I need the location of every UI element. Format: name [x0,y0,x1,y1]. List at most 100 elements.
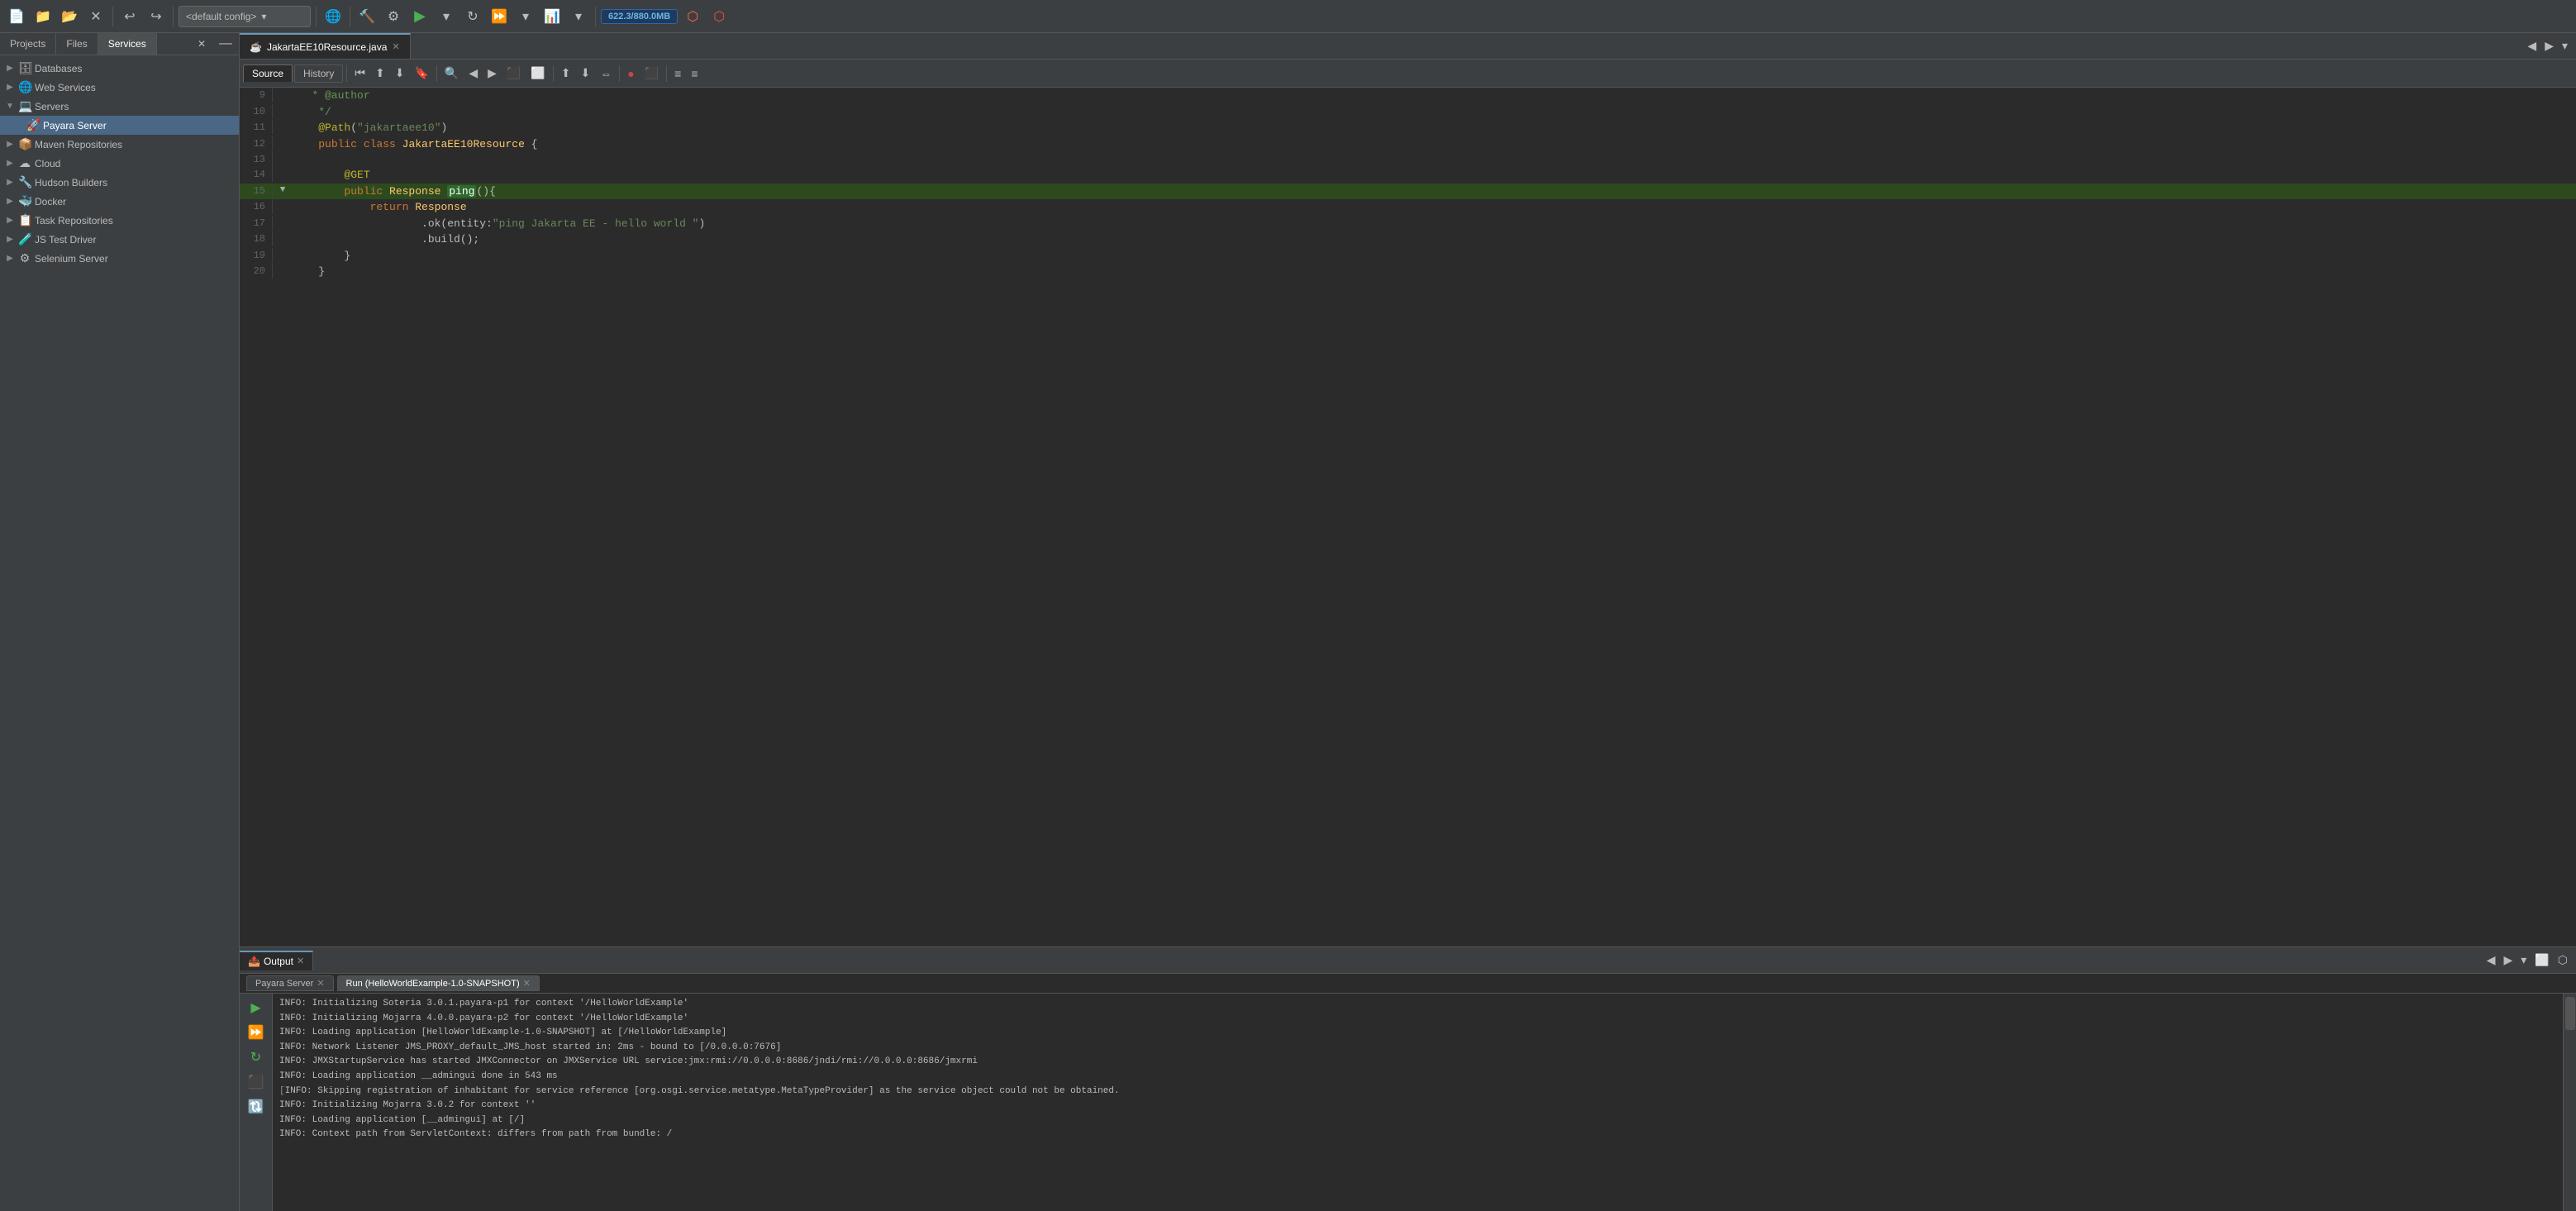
sep2 [173,7,174,26]
comment-btn[interactable]: ≡ [687,63,702,84]
tab-files[interactable]: Files [56,33,98,55]
history-tab-btn[interactable]: History [294,64,343,83]
output-icon: 📤 [248,956,260,967]
breakpoint-btn[interactable]: ● [623,63,638,84]
output-maximize-btn[interactable]: ⬜ [2531,951,2552,969]
profile-dropdown-btn[interactable]: ▾ [567,5,590,28]
chevron-down-icon: ▾ [261,11,266,22]
selenium-icon: ⚙ [18,251,31,265]
navigate-next-member-btn[interactable]: ⬇ [391,63,409,84]
payara-label: Payara Server [43,120,107,131]
line-num-20: 20 [240,264,273,279]
search-btn[interactable]: 🔍 [440,63,463,84]
web-services-icon: 🌐 [18,80,31,94]
servers-icon: 💻 [18,99,31,113]
hammer-btn[interactable]: 🔨 [355,5,379,28]
tab-projects[interactable]: Projects [0,33,56,55]
source-tab-btn[interactable]: Source [243,64,293,82]
run-subtab-close[interactable]: ✕ [523,978,531,989]
output-subtab-run[interactable]: Run (HelloWorldExample-1.0-SNAPSHOT) ✕ [337,975,540,991]
step-btn[interactable]: ⬛ [640,63,663,84]
refresh-btn[interactable]: ↻ [461,5,484,28]
line-num-11: 11 [240,120,273,135]
navigate-first-btn[interactable]: ⏮ [350,63,369,84]
find-prev-btn[interactable]: ◀ [464,63,482,84]
rerun-btn[interactable]: ↻ [244,1047,269,1068]
sidebar-item-web-services[interactable]: ▶ 🌐 Web Services [0,78,239,97]
redo-btn[interactable]: ↪ [145,5,168,28]
new-project-btn[interactable]: 📁 [31,5,55,28]
new-file-btn[interactable]: 📄 [5,5,28,28]
tab-close-btn[interactable]: ✕ [392,41,399,52]
run-all-dropdown-btn[interactable]: ▾ [514,5,537,28]
navigate-prev-member-btn[interactable]: ⬆ [371,63,389,84]
notifications-btn[interactable]: ⬡ [707,5,731,28]
run-all-btn[interactable]: ⏩ [488,5,511,28]
output-float-btn[interactable]: ⬡ [2555,951,2571,969]
run-output-btn[interactable]: ▶ [244,997,269,1018]
output-subtab-payara[interactable]: Payara Server ✕ [246,975,334,991]
globe-btn[interactable]: 🌐 [321,5,345,28]
code-line-14: 14 @GET [240,167,2576,184]
plugins-btn[interactable]: ⬡ [681,5,704,28]
line-content-20: } [289,264,2576,280]
config-dropdown[interactable]: <default config> ▾ [179,6,311,27]
output-dropdown-btn[interactable]: ▾ [2517,951,2530,969]
task-label: Task Repositories [35,215,113,226]
sidebar-item-databases[interactable]: ▶ 🗄 Databases [0,59,239,78]
hudson-label: Hudson Builders [35,177,107,188]
output-tab-main[interactable]: 📤 Output ✕ [240,951,313,970]
undo-btn[interactable]: ↩ [118,5,141,28]
open-btn[interactable]: 📂 [58,5,81,28]
output-nav-left-btn[interactable]: ◀ [2483,951,2499,969]
line-content-10: */ [289,104,2576,121]
diff-btn[interactable]: ⇔ [596,63,616,84]
sidebar-item-payara[interactable]: 🚀 Payara Server [0,116,239,135]
tab-services[interactable]: Services [98,33,157,55]
tab-nav-buttons: ◀ ▶ ▾ [2519,33,2576,59]
expand-docker-icon: ▶ [5,197,15,206]
output-close-btn[interactable]: ✕ [297,956,304,966]
next-btn2[interactable]: ⬇ [577,63,595,84]
sidebar-item-selenium[interactable]: ▶ ⚙ Selenium Server [0,249,239,268]
gutter-15[interactable]: ▼ [276,184,289,198]
forward-btn[interactable]: ⏩ [244,1022,269,1043]
sidebar-item-maven[interactable]: ▶ 📦 Maven Repositories [0,135,239,154]
line-num-17: 17 [240,216,273,231]
sidebar-item-hudson[interactable]: ▶ 🔧 Hudson Builders [0,173,239,192]
profile-btn[interactable]: 📊 [540,5,564,28]
close-btn[interactable]: ✕ [84,5,107,28]
sidebar-minimize-btn[interactable]: — [212,33,239,55]
highlight-usages-btn[interactable]: ⬛ [502,63,525,84]
tab-nav-right-btn[interactable]: ▶ [2541,37,2557,55]
sidebar-item-docker[interactable]: ▶ 🐳 Docker [0,192,239,211]
output-nav-right-btn[interactable]: ▶ [2501,951,2516,969]
payara-subtab-close[interactable]: ✕ [317,978,324,989]
find-next-btn[interactable]: ▶ [483,63,501,84]
sidebar-item-servers[interactable]: ▼ 💻 Servers [0,97,239,116]
run-dropdown-btn[interactable]: ▾ [435,5,458,28]
clear-output-btn[interactable]: 🔃 [244,1096,269,1118]
run-btn[interactable]: ▶ [408,5,431,28]
mark-occurrences-btn[interactable]: ⬜ [526,63,549,84]
sidebar-close-btn[interactable]: ✕ [191,35,212,53]
line-content-14: @GET [289,167,2576,184]
toolbar-sep3 [553,65,554,82]
expand-hudson-icon: ▶ [5,178,15,187]
build-btn[interactable]: ⚙ [382,5,405,28]
editor-tab-label: JakartaEE10Resource.java [267,41,387,53]
sidebar: Projects Files Services ✕ — ▶ 🗄 Database… [0,33,240,1211]
sidebar-item-js-test[interactable]: ▶ 🧪 JS Test Driver [0,230,239,249]
sidebar-item-task-repos[interactable]: ▶ 📋 Task Repositories [0,211,239,230]
expand-jstest-icon: ▶ [5,235,15,244]
format-btn[interactable]: ≡ [670,63,685,84]
scroll-handle[interactable] [2565,997,2575,1030]
stop-btn[interactable]: ⬛ [244,1071,269,1093]
editor-tab-jakarta[interactable]: ☕ JakartaEE10Resource.java ✕ [240,33,411,59]
log-line-5: INFO: JMXStartupService has started JMXC… [279,1055,2556,1070]
tab-dropdown-btn[interactable]: ▾ [2559,37,2571,55]
toggle-bookmarks-btn[interactable]: 🔖 [410,63,432,84]
tab-nav-left-btn[interactable]: ◀ [2524,37,2540,55]
sidebar-item-cloud[interactable]: ▶ ☁ Cloud [0,154,239,173]
prev-btn2[interactable]: ⬆ [557,63,575,84]
